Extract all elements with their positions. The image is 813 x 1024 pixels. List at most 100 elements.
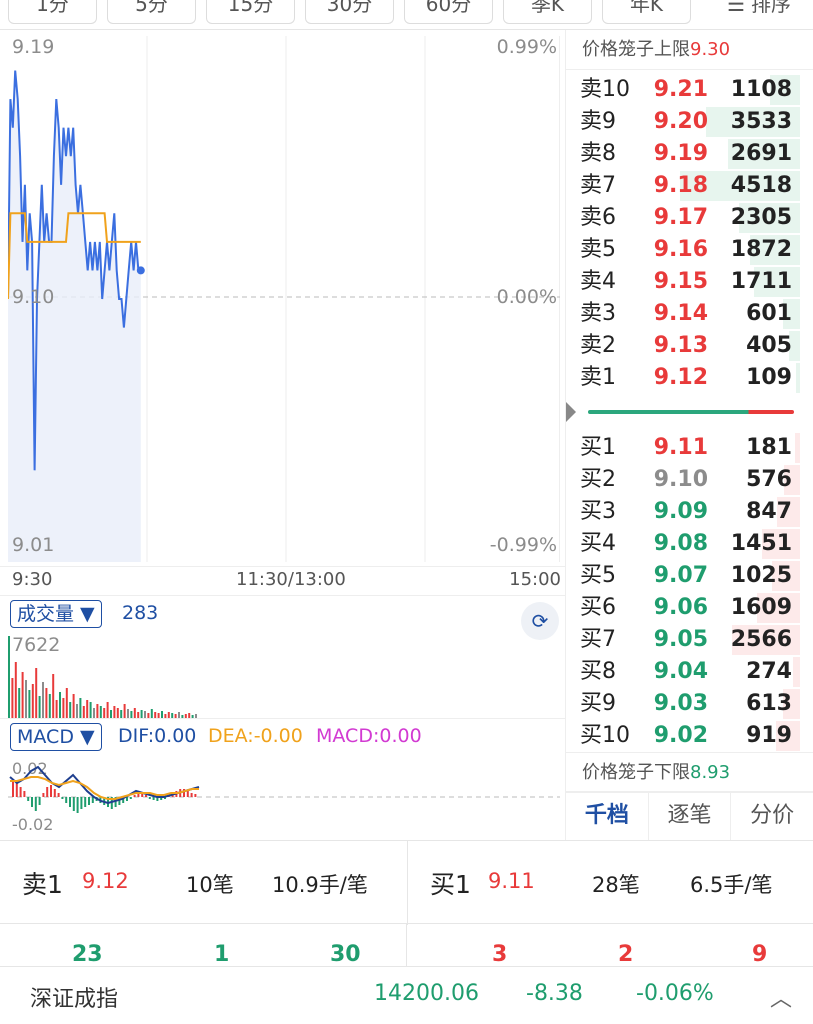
sell-count-2: 1 — [214, 942, 230, 967]
index-ticker-bar[interactable]: 深证成指 14200.06 -8.38 -0.06% ︿ — [0, 966, 813, 1024]
macd-histogram-bar — [57, 793, 60, 797]
ask-level-label: 卖2 — [580, 333, 616, 358]
ask-row[interactable]: 卖2 9.13 405 — [566, 330, 813, 362]
macd-indicator-select[interactable]: MACD ▼ — [10, 723, 102, 751]
rotate-screen-icon[interactable]: ⟳ — [521, 602, 559, 640]
tab-quarter-k[interactable]: 季K — [503, 0, 592, 24]
volume-bar — [96, 704, 99, 718]
tab-5min[interactable]: 5分 — [107, 0, 196, 24]
sell-count-3: 30 — [330, 942, 361, 967]
sort-button[interactable]: ☰ 排序 — [727, 0, 791, 24]
ask-level-label: 卖4 — [580, 269, 616, 294]
lower-limit-value: 8.93 — [690, 762, 731, 783]
ask-depth-bar — [796, 363, 800, 393]
volume-bar — [106, 702, 109, 718]
bid-row[interactable]: 买6 9.06 1609 — [566, 592, 813, 624]
bid-row[interactable]: 买2 9.10 576 — [566, 464, 813, 496]
bid-row[interactable]: 买4 9.08 1451 — [566, 528, 813, 560]
menu-icon: ☰ — [727, 0, 745, 16]
buy-price: 9.11 — [488, 869, 535, 893]
tab-60min[interactable]: 60分 — [404, 0, 493, 24]
volume-bar — [133, 708, 136, 718]
ask-price: 9.13 — [653, 333, 708, 358]
queue-summary: 卖1 9.12 10笔 10.9手/笔 买1 9.11 28笔 6.5手/笔 — [0, 840, 813, 925]
ask-price: 9.16 — [653, 237, 708, 262]
macd-histogram-bar — [50, 785, 52, 797]
bid-row[interactable]: 买1 9.11 181 — [566, 432, 813, 464]
volume-bar — [14, 662, 17, 718]
time-mid: 11:30/13:00 — [236, 569, 346, 590]
volume-bar — [38, 696, 41, 718]
macd-histogram-bar — [38, 797, 41, 805]
bid-quantity: 576 — [746, 467, 792, 492]
tab-depth[interactable]: 千档 — [566, 793, 649, 840]
sell-queue-summary[interactable]: 卖1 9.12 10笔 10.9手/笔 — [0, 841, 406, 925]
volume-bar — [31, 684, 34, 718]
tab-year-k[interactable]: 年K — [602, 0, 691, 24]
index-change-pct: -0.06% — [636, 981, 714, 1006]
bid-depth-bar — [795, 433, 800, 463]
bid-level-label: 买5 — [580, 563, 616, 588]
index-change: -8.38 — [526, 981, 583, 1006]
volume-bars — [8, 636, 197, 718]
pct-axis-mid: 0.00% — [496, 286, 557, 308]
bid-quantity: 1609 — [730, 595, 792, 620]
macd-histogram-bar — [145, 795, 147, 797]
ask-row[interactable]: 卖8 9.19 2691 — [566, 138, 813, 170]
price-chart-svg — [8, 36, 560, 562]
buy-queue-summary[interactable]: 买1 9.11 28笔 6.5手/笔 — [407, 841, 813, 925]
buy-count-3: 9 — [752, 942, 768, 967]
bid-level-label: 买1 — [580, 435, 616, 460]
volume-bar — [69, 702, 72, 718]
ask-row[interactable]: 卖10 9.21 1108 — [566, 74, 813, 106]
volume-indicator-select[interactable]: 成交量 ▼ — [10, 600, 102, 628]
ask-price: 9.15 — [653, 269, 708, 294]
index-name: 深证成指 — [30, 987, 119, 1012]
upper-limit-value: 9.30 — [690, 39, 731, 60]
queue-counts: 23 1 30 3 2 9 — [0, 924, 813, 967]
bid-price: 9.02 — [653, 723, 708, 748]
volume-bar — [123, 704, 126, 718]
buy-sell-ratio-bar — [588, 410, 794, 414]
tab-price-distribution[interactable]: 分价 — [731, 793, 813, 840]
bid-quantity: 181 — [746, 435, 792, 460]
time-axis: 9:30 11:30/13:00 15:00 — [0, 566, 565, 596]
bid-row[interactable]: 买3 9.09 847 — [566, 496, 813, 528]
bid-row[interactable]: 买9 9.03 613 — [566, 688, 813, 720]
volume-bar — [150, 709, 153, 718]
volume-bar — [55, 700, 58, 718]
ask-row[interactable]: 卖1 9.12 109 — [566, 362, 813, 394]
tab-1min[interactable]: 1分 — [8, 0, 97, 24]
intraday-price-chart[interactable]: 9.19 9.10 9.01 0.99% 0.00% -0.99% — [8, 36, 560, 562]
ask-row[interactable]: 卖7 9.18 4518 — [566, 170, 813, 202]
ask-row[interactable]: 卖5 9.16 1872 — [566, 234, 813, 266]
bid-price: 9.03 — [653, 691, 708, 716]
macd-histogram-bar — [15, 783, 18, 797]
bid-level-label: 买3 — [580, 499, 616, 524]
bid-row[interactable]: 买7 9.05 2566 — [566, 624, 813, 656]
ask-quantity: 1108 — [730, 77, 792, 102]
tab-15min[interactable]: 15分 — [206, 0, 295, 24]
ask-row[interactable]: 卖6 9.17 2305 — [566, 202, 813, 234]
ask-row[interactable]: 卖9 9.20 3533 — [566, 106, 813, 138]
ask-row[interactable]: 卖4 9.15 1711 — [566, 266, 813, 298]
ask-price: 9.12 — [653, 365, 708, 390]
counts-divider — [406, 924, 407, 966]
bid-level-label: 买2 — [580, 467, 616, 492]
volume-bar — [11, 678, 14, 718]
lower-limit-label: 价格笼子下限 — [582, 762, 690, 783]
buy-count-1: 3 — [492, 942, 508, 967]
volume-bar — [76, 704, 78, 718]
macd-histogram-bar — [72, 797, 75, 811]
bid-row[interactable]: 买5 9.07 1025 — [566, 560, 813, 592]
tab-tick-by-tick[interactable]: 逐笔 — [649, 793, 732, 840]
chevron-up-icon[interactable]: ︿ — [770, 981, 792, 1013]
tab-30min[interactable]: 30分 — [305, 0, 394, 24]
macd-histogram-bar — [27, 797, 30, 801]
ask-row[interactable]: 卖3 9.14 601 — [566, 298, 813, 330]
bid-row[interactable]: 买8 9.04 274 — [566, 656, 813, 688]
bid-quantity: 274 — [746, 659, 792, 684]
bid-row[interactable]: 买10 9.02 919 — [566, 720, 813, 752]
bid-level-label: 买6 — [580, 595, 616, 620]
volume-bar — [28, 690, 31, 718]
